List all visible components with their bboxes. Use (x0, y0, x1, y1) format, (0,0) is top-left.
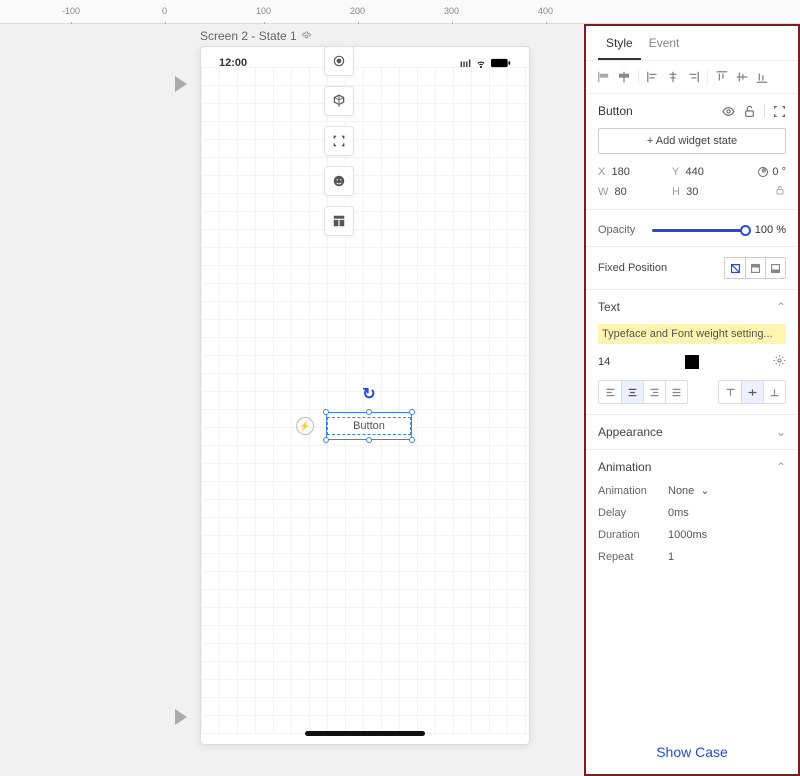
status-icons: ıııl (460, 57, 511, 72)
font-size[interactable]: 14 (598, 356, 610, 368)
text-align-left-icon[interactable] (599, 381, 621, 403)
animation-select[interactable]: None ⌄ (668, 484, 786, 497)
fixed-top-icon[interactable] (745, 258, 765, 278)
size-h[interactable]: 30 (686, 186, 698, 198)
device-frame: 12:00 ıııl ↻ ⚡ Button (200, 46, 530, 745)
face-icon[interactable] (324, 166, 354, 196)
fixed-bottom-icon[interactable] (765, 258, 785, 278)
appearance-section-header[interactable]: Appearance⌄ (598, 425, 786, 439)
quick-action-icon[interactable]: ⚡ (296, 417, 314, 435)
tab-style[interactable]: Style (598, 26, 641, 60)
align-center-icon[interactable] (665, 69, 681, 85)
tab-event[interactable]: Event (641, 26, 688, 60)
rotation-input[interactable]: 0 ° (746, 166, 786, 178)
align-center-h-icon[interactable] (616, 69, 632, 85)
align-bottom-icon[interactable] (754, 69, 770, 85)
duration-input[interactable]: 1000ms (668, 529, 786, 541)
vert-align-top-icon[interactable] (719, 381, 741, 403)
screen-settings-icon[interactable] (301, 31, 312, 42)
region-handle-bottom[interactable] (175, 709, 187, 725)
lock-aspect-icon[interactable] (746, 184, 786, 199)
animation-section-header[interactable]: Animation⌃ (598, 460, 786, 474)
typeface-button[interactable]: Typeface and Font weight setting... (598, 324, 786, 344)
expand-icon[interactable] (773, 105, 786, 118)
element-name: Button (598, 104, 633, 118)
selected-widget[interactable]: ↻ ⚡ Button (326, 412, 412, 440)
size-w[interactable]: 80 (615, 186, 627, 198)
showcase-button[interactable]: Show Case (586, 736, 798, 768)
fixed-none-icon[interactable] (725, 258, 745, 278)
rotate-icon[interactable]: ↻ (362, 384, 375, 404)
text-align-right-icon[interactable] (643, 381, 665, 403)
screen-name[interactable]: Screen 2 - State 1 (200, 29, 312, 43)
chevron-up-icon: ⌃ (776, 460, 786, 474)
opacity-label: Opacity (598, 224, 644, 236)
align-left2-icon[interactable] (645, 69, 661, 85)
vert-align-bottom-icon[interactable] (763, 381, 785, 403)
gear-icon[interactable] (773, 354, 786, 370)
font-color-swatch[interactable] (685, 355, 699, 369)
brackets-icon[interactable] (324, 126, 354, 156)
text-section-header[interactable]: Text⌃ (598, 300, 786, 314)
layout-icon[interactable] (324, 206, 354, 236)
add-widget-state-button[interactable]: + Add widget state (598, 128, 786, 154)
eye-icon[interactable] (722, 105, 735, 118)
region-handle-top[interactable] (175, 76, 187, 92)
device-time: 12:00 (219, 57, 247, 72)
align-left-icon[interactable] (596, 69, 612, 85)
canvas-toolbar (324, 46, 354, 236)
align-right-icon[interactable] (685, 69, 701, 85)
target-icon[interactable] (324, 46, 354, 76)
fixed-position-label: Fixed Position (598, 262, 667, 274)
home-indicator (305, 731, 425, 736)
canvas[interactable]: Screen 2 - State 1 12:00 ıııl (0, 24, 584, 776)
text-align-justify-icon[interactable] (665, 381, 687, 403)
align-toolbar (586, 60, 798, 93)
delay-input[interactable]: 0ms (668, 507, 786, 519)
align-middle-icon[interactable] (734, 69, 750, 85)
text-align-center-icon[interactable] (621, 381, 643, 403)
signal-icon: ıııl (460, 59, 471, 70)
chevron-up-icon: ⌃ (776, 300, 786, 314)
pos-x[interactable]: 180 (611, 166, 629, 178)
battery-icon (491, 58, 511, 71)
repeat-input[interactable]: 1 (668, 551, 786, 563)
align-top-icon[interactable] (714, 69, 730, 85)
button-widget-label: Button (327, 417, 411, 435)
inspector-panel: Style Event Button (584, 24, 800, 776)
ruler: -100 0 100 200 300 400 (0, 0, 800, 24)
opacity-value[interactable]: 100 % (755, 224, 786, 236)
cube-icon[interactable] (324, 86, 354, 116)
wifi-icon (475, 57, 487, 72)
vert-align-middle-icon[interactable] (741, 381, 763, 403)
chevron-down-icon: ⌄ (776, 425, 786, 439)
pos-y[interactable]: 440 (685, 166, 703, 178)
unlock-icon[interactable] (743, 105, 756, 118)
opacity-slider[interactable] (652, 229, 747, 232)
